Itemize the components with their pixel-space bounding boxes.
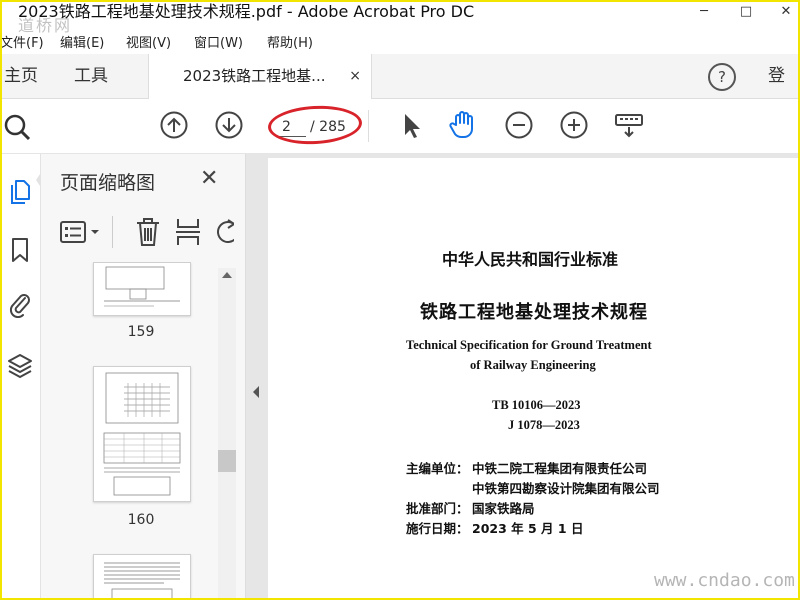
pane-close-icon[interactable]: ✕ bbox=[200, 166, 218, 191]
doc-editor-1: 中铁二院工程集团有限责任公司 bbox=[472, 461, 648, 476]
login-button[interactable]: 登录 bbox=[768, 54, 800, 130]
document-page: 中华人民共和国行业标准 铁路工程地基处理技术规程 Technical Speci… bbox=[268, 158, 800, 600]
menu-view[interactable]: 视图(V) bbox=[126, 32, 171, 51]
tab-document[interactable]: 2023铁路工程地基... × bbox=[148, 54, 372, 99]
collapse-pane-icon[interactable] bbox=[250, 382, 262, 402]
rotate-icon[interactable] bbox=[214, 218, 234, 246]
arrow-up-circle-icon[interactable] bbox=[157, 108, 191, 142]
watermark-bottom: www.cndao.com bbox=[654, 570, 795, 591]
arrow-down-circle-icon[interactable] bbox=[212, 108, 246, 142]
maximize-button[interactable]: □ bbox=[728, 0, 764, 22]
thumbnail-label: 159 bbox=[127, 324, 155, 340]
menu-help[interactable]: 帮助(H) bbox=[267, 32, 313, 51]
pane-divider bbox=[112, 216, 113, 248]
insert-page-icon[interactable] bbox=[174, 216, 202, 248]
menu-bar: 文件(F) 编辑(E) 视图(V) 窗口(W) 帮助(H) bbox=[0, 28, 800, 52]
attachment-icon[interactable] bbox=[0, 284, 40, 324]
keyboard-icon[interactable] bbox=[612, 108, 646, 142]
tab-document-label: 2023铁路工程地基... bbox=[183, 67, 326, 85]
bookmark-icon[interactable] bbox=[0, 230, 40, 270]
doc-title-cn: 铁路工程地基处理技术规程 bbox=[420, 302, 648, 323]
thumbnail-page-159[interactable] bbox=[93, 262, 191, 316]
pane-scrollbar[interactable] bbox=[218, 268, 236, 600]
window-title: 2023铁路工程地基处理技术规程.pdf - Adobe Acrobat Pro… bbox=[18, 2, 475, 21]
title-bar: 2023铁路工程地基处理技术规程.pdf - Adobe Acrobat Pro… bbox=[0, 0, 800, 26]
pane-scrollbar-thumb[interactable] bbox=[218, 450, 236, 472]
thumbnail-list: 159 160 bbox=[41, 262, 235, 600]
doc-editor-2: 中铁第四勘察设计院集团有限公司 bbox=[472, 481, 660, 496]
tab-close-icon[interactable]: × bbox=[349, 54, 361, 98]
close-window-button[interactable]: ✕ bbox=[768, 0, 800, 22]
help-icon[interactable]: ? bbox=[708, 63, 736, 91]
select-cursor-icon[interactable] bbox=[394, 108, 428, 142]
doc-editor-label: 主编单位： bbox=[406, 461, 469, 476]
doc-standard: 中华人民共和国行业标准 bbox=[442, 250, 619, 269]
toolbar-divider bbox=[368, 110, 369, 142]
menu-window[interactable]: 窗口(W) bbox=[194, 32, 243, 51]
layers-icon[interactable] bbox=[0, 346, 40, 386]
thumbnail-label: 160 bbox=[127, 512, 155, 528]
page-thumbnails-icon[interactable] bbox=[0, 172, 40, 212]
menu-file[interactable]: 文件(F) bbox=[0, 32, 44, 51]
thumbnail-options-icon[interactable] bbox=[58, 218, 102, 246]
doc-date-label: 施行日期： bbox=[406, 521, 469, 536]
search-icon[interactable] bbox=[0, 110, 34, 144]
zoom-out-icon[interactable] bbox=[502, 108, 536, 142]
tab-bar: 主页 工具 ? 登录 bbox=[0, 54, 800, 130]
doc-approver-label: 批准部门： bbox=[406, 501, 469, 516]
tab-tools[interactable]: 工具 bbox=[74, 54, 108, 98]
hand-icon[interactable] bbox=[446, 108, 480, 142]
thumbnail-page-160[interactable] bbox=[93, 366, 191, 502]
zoom-in-icon[interactable] bbox=[557, 108, 591, 142]
doc-code-1: TB 10106—2023 bbox=[492, 398, 581, 412]
doc-date: 2023 年 5 月 1 日 bbox=[472, 521, 584, 536]
doc-title-en-1: Technical Specification for Ground Treat… bbox=[406, 338, 652, 352]
thumbnail-page-161[interactable] bbox=[93, 554, 191, 600]
tab-home[interactable]: 主页 bbox=[4, 54, 38, 98]
doc-code-2: J 1078—2023 bbox=[508, 418, 580, 432]
trash-icon[interactable] bbox=[134, 216, 162, 248]
pane-title: 页面缩略图 bbox=[60, 172, 156, 194]
minimize-button[interactable]: ─ bbox=[686, 0, 722, 22]
scroll-up-icon[interactable] bbox=[222, 272, 232, 278]
menu-edit[interactable]: 编辑(E) bbox=[60, 32, 104, 51]
doc-title-en-2: of Railway Engineering bbox=[470, 358, 596, 372]
doc-approver: 国家铁路局 bbox=[472, 501, 535, 516]
